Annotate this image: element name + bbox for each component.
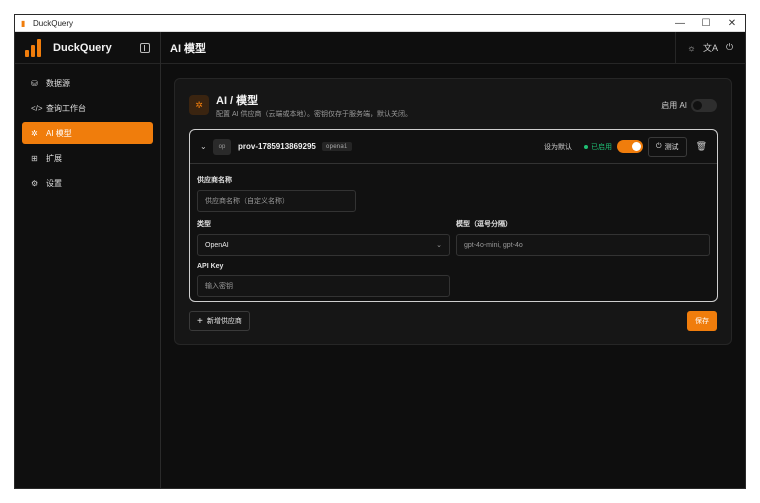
sidebar-item-extensions[interactable]: ⊞ 扩展 <box>22 147 153 169</box>
field-label: 类型 <box>197 221 211 228</box>
ai-enable-switch[interactable] <box>691 98 717 112</box>
brand-name: DuckQuery <box>53 41 112 54</box>
type-field: 类型 OpenAI ⌄ <box>197 219 450 256</box>
duck-logo-icon <box>25 38 45 57</box>
models-input[interactable]: gpt-4o-mini, gpt-4o <box>456 234 710 256</box>
provider-header[interactable]: ⌄ op prov-1785913869295 openai 设为默认 已启用 <box>190 130 717 164</box>
provider-avatar: op <box>213 138 231 155</box>
set-default-button[interactable]: 设为默认 <box>544 142 572 152</box>
main-content: AI 模型 ☼ 文A ⏻ ✲ AI / 模型 配置 AI 供应商（云端或本地）。… <box>161 32 745 488</box>
provider-type-tag: openai <box>321 142 352 151</box>
top-bar: AI 模型 ☼ 文A ⏻ <box>161 32 745 64</box>
code-icon: </> <box>31 103 43 113</box>
header-tools: ☼ 文A ⏻ <box>675 32 745 63</box>
close-button[interactable]: ✕ <box>719 18 745 29</box>
chevron-down-icon: ⌄ <box>436 242 442 249</box>
sidebar-nav: ⛁ 数据源 </> 查询工作台 ✲ AI 模型 ⊞ 扩展 ⚙ 设置 <box>15 64 160 205</box>
database-icon: ⛁ <box>31 78 38 88</box>
sidebar: DuckQuery ⛁ 数据源 </> 查询工作台 ✲ AI 模型 ⊞ 扩展 ⚙… <box>15 32 161 488</box>
enabled-status: 已启用 <box>584 142 612 152</box>
app-body: DuckQuery ⛁ 数据源 </> 查询工作台 ✲ AI 模型 ⊞ 扩展 ⚙… <box>15 32 745 488</box>
add-provider-button[interactable]: + 新增供应商 <box>189 311 250 331</box>
ai-toggle-label: 启用 AI <box>661 100 687 110</box>
plug-icon[interactable]: ⏻ <box>720 42 739 53</box>
status-dot-icon <box>584 144 589 149</box>
title-bar: ▮ DuckQuery — ☐ ✕ <box>15 15 745 32</box>
field-label: 供应商名称 <box>197 177 232 184</box>
minimize-button[interactable]: — <box>667 18 693 29</box>
type-select[interactable]: OpenAI ⌄ <box>197 234 450 256</box>
plus-icon: + <box>197 315 203 327</box>
card-title: AI / 模型 <box>216 94 259 107</box>
puzzle-icon: ⊞ <box>31 153 38 163</box>
sidebar-item-datasource[interactable]: ⛁ 数据源 <box>22 72 153 94</box>
window-controls: — ☐ ✕ <box>667 18 745 29</box>
ai-toggle: 启用 AI <box>661 98 717 112</box>
app-window: ▮ DuckQuery — ☐ ✕ DuckQuery ⛁ 数据源 </> 查询… <box>14 14 746 489</box>
provider-actions: 设为默认 已启用 ⏻ 测试 🗑 <box>544 136 717 157</box>
trash-icon[interactable]: 🗑 <box>696 141 707 152</box>
type-select-value: OpenAI <box>205 241 229 249</box>
field-label: API Key <box>197 263 224 270</box>
card-header: ✲ AI / 模型 配置 AI 供应商（云端或本地）。密钥仅存于服务端，默认关闭… <box>189 92 717 119</box>
ai-model-card: ✲ AI / 模型 配置 AI 供应商（云端或本地）。密钥仅存于服务端，默认关闭… <box>174 78 732 345</box>
field-label: 模型（逗号分隔） <box>456 221 512 228</box>
sun-icon[interactable]: ☼ <box>682 43 701 53</box>
card-description: 配置 AI 供应商（云端或本地）。密钥仅存于服务端，默认关闭。 <box>216 110 413 118</box>
maximize-button[interactable]: ☐ <box>693 18 719 29</box>
save-button[interactable]: 保存 <box>687 311 717 331</box>
plug-icon: ⏻ <box>656 142 662 150</box>
translate-icon[interactable]: 文A <box>701 41 720 54</box>
sidebar-item-settings[interactable]: ⚙ 设置 <box>22 172 153 194</box>
provider-name-input[interactable]: 供应商名称（自定义名称） <box>197 190 356 212</box>
sidebar-item-label: 查询工作台 <box>46 103 86 113</box>
gear-icon: ⚙ <box>31 178 39 188</box>
app-logo-icon: ▮ <box>21 18 26 28</box>
provider-panel: ⌄ op prov-1785913869295 openai 设为默认 已启用 <box>189 129 718 302</box>
sidebar-item-label: 扩展 <box>46 153 62 163</box>
test-button[interactable]: ⏻ 测试 <box>648 136 687 157</box>
provider-id: prov-1785913869295 <box>238 142 316 151</box>
models-field: 模型（逗号分隔） gpt-4o-mini, gpt-4o <box>456 219 710 256</box>
sidebar-item-label: 数据源 <box>46 78 70 88</box>
sparkle-icon: ✲ <box>189 95 209 115</box>
card-header-text: AI / 模型 配置 AI 供应商（云端或本地）。密钥仅存于服务端，默认关闭。 <box>216 92 412 119</box>
enabled-status-label: 已启用 <box>591 143 613 151</box>
sidebar-item-query[interactable]: </> 查询工作台 <box>22 97 153 119</box>
api-key-input[interactable]: 输入密钥 <box>197 275 450 297</box>
collapse-sidebar-icon[interactable] <box>140 42 150 53</box>
provider-enable-switch[interactable] <box>617 140 644 153</box>
test-button-label: 测试 <box>664 143 679 151</box>
api-key-field: API Key 输入密钥 <box>197 263 450 297</box>
sparkle-icon: ✲ <box>31 128 38 138</box>
sidebar-item-label: 设置 <box>46 178 62 188</box>
brand: DuckQuery <box>15 32 160 64</box>
add-provider-label: 新增供应商 <box>206 318 242 325</box>
sidebar-item-ai-model[interactable]: ✲ AI 模型 <box>22 122 153 144</box>
page-title: AI 模型 <box>170 42 207 55</box>
provider-name-field: 供应商名称 供应商名称（自定义名称） <box>197 175 356 212</box>
chevron-down-icon[interactable]: ⌄ <box>200 142 210 151</box>
window-title: DuckQuery <box>33 18 74 28</box>
sidebar-item-label: AI 模型 <box>46 128 72 138</box>
